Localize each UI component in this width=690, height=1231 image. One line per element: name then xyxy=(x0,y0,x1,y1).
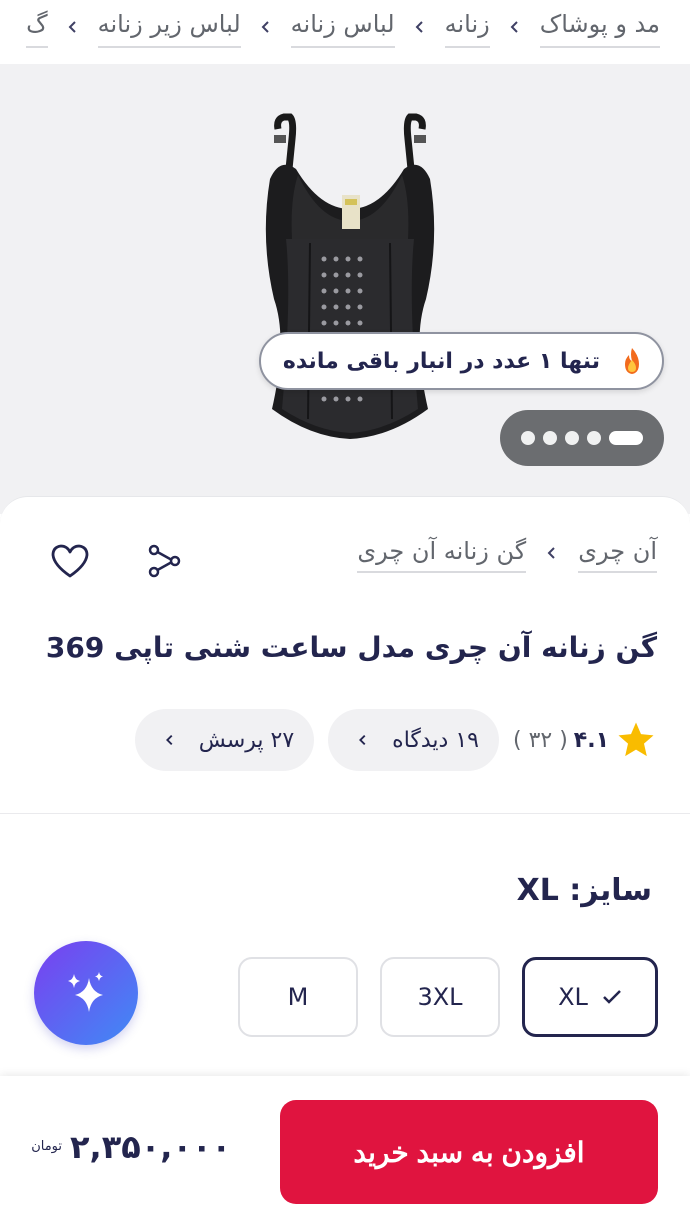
low-stock-text: تنها ۱ عدد در انبار باقی مانده xyxy=(282,348,600,374)
breadcrumb: مد و پوشاک زنانه لباس زنانه لباس زیر زنا… xyxy=(0,0,690,64)
bottom-action-bar: افزودن به سبد خرید ۲,۳۵۰,۰۰۰ تومان xyxy=(0,1076,690,1231)
chevron-left-icon xyxy=(395,16,445,40)
size-option-m[interactable]: M xyxy=(238,957,358,1037)
pagination-dot-active[interactable] xyxy=(609,431,643,445)
product-title: گن زنانه آن چری مدل ساعت شنی تاپی 369 xyxy=(45,631,657,664)
category-link[interactable]: گن زنانه آن چری xyxy=(357,537,527,573)
size-option-3xl[interactable]: 3XL xyxy=(380,957,500,1037)
breadcrumb-item-underwear[interactable]: لباس زیر زنانه xyxy=(97,8,241,48)
size-option-label: 3XL xyxy=(417,983,463,1011)
size-option-xl[interactable]: XL xyxy=(522,957,658,1037)
sparkle-icon xyxy=(68,972,103,1012)
questions-label: ۲۷ پرسش xyxy=(198,727,295,753)
fire-icon xyxy=(610,339,654,383)
low-stock-badge: تنها ۱ عدد در انبار باقی مانده xyxy=(258,332,664,390)
chevron-left-icon xyxy=(165,734,173,746)
pagination-dot[interactable] xyxy=(565,431,579,445)
rating-count: ( ۳۲ ) xyxy=(512,727,568,753)
reviews-chip[interactable]: ۱۹ دیدگاه xyxy=(328,709,499,771)
share-icon xyxy=(148,544,181,578)
gallery-pagination[interactable] xyxy=(500,410,664,466)
brand-breadcrumb: آن چری گن زنانه آن چری xyxy=(357,537,657,573)
check-icon xyxy=(603,990,621,1004)
questions-chip[interactable]: ۲۷ پرسش xyxy=(134,709,315,771)
favorite-button[interactable] xyxy=(48,539,92,583)
breadcrumb-item-women-clothing[interactable]: لباس زنانه xyxy=(290,8,395,48)
chevron-left-icon xyxy=(526,545,578,565)
rating-value: ۴.۱ xyxy=(573,727,609,753)
pagination-dot[interactable] xyxy=(587,431,601,445)
chevron-left-icon xyxy=(359,734,366,746)
divider xyxy=(0,813,690,814)
rating: ۴.۱ ( ۳۲ ) xyxy=(513,720,657,760)
product-info-card: آن چری گن زنانه آن چری گن زنانه آن چری م… xyxy=(0,496,690,1096)
ai-assistant-button[interactable] xyxy=(34,941,138,1045)
price-value: ۲,۳۵۰,۰۰۰ xyxy=(70,1128,232,1166)
share-button[interactable] xyxy=(142,539,186,583)
chevron-left-icon xyxy=(490,16,540,40)
pagination-dot[interactable] xyxy=(543,431,557,445)
add-to-cart-button[interactable]: افزودن به سبد خرید xyxy=(280,1100,658,1204)
pagination-dot[interactable] xyxy=(521,431,535,445)
price: ۲,۳۵۰,۰۰۰ تومان xyxy=(31,1128,232,1166)
reviews-label: ۱۹ دیدگاه xyxy=(392,727,479,753)
star-icon xyxy=(618,722,654,757)
product-gallery[interactable]: تنها ۱ عدد در انبار باقی مانده xyxy=(0,64,690,514)
size-label: سایز: XL xyxy=(516,873,652,908)
chevron-left-icon xyxy=(48,16,98,40)
product-meta-row: ۴.۱ ( ۳۲ ) ۱۹ دیدگاه ۲۷ پرسش xyxy=(121,709,657,771)
brand-link[interactable]: آن چری xyxy=(578,537,657,573)
size-option-label: M xyxy=(287,983,309,1011)
size-option-label: XL xyxy=(558,983,588,1011)
product-image xyxy=(265,113,435,439)
breadcrumb-item-fashion[interactable]: مد و پوشاک xyxy=(539,8,660,48)
heart-icon xyxy=(51,544,89,578)
chevron-left-icon xyxy=(241,16,291,40)
breadcrumb-item-women[interactable]: زنانه xyxy=(444,8,490,48)
breadcrumb-item-truncated[interactable]: گ xyxy=(26,8,48,48)
currency-label: تومان xyxy=(31,1139,62,1154)
